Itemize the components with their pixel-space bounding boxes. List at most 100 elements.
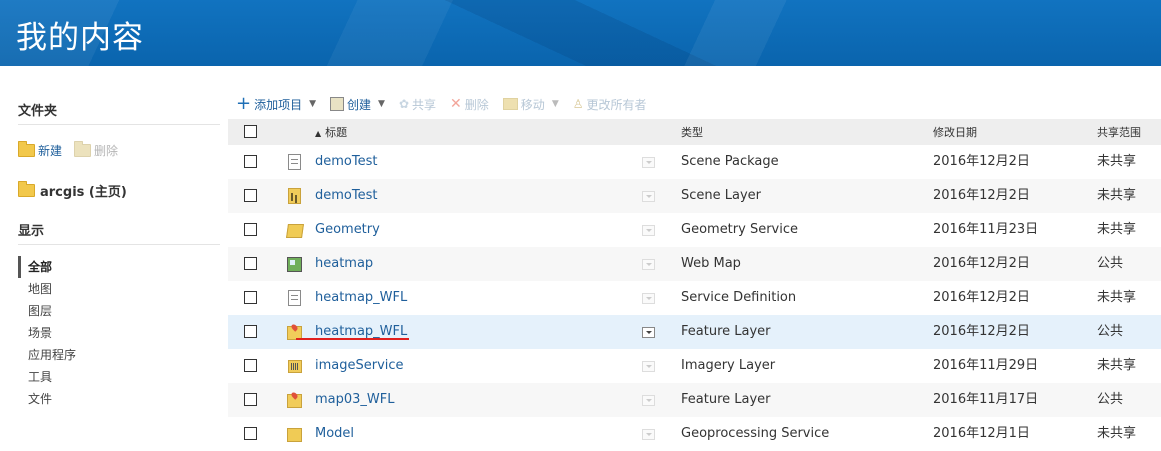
geoprocessing-icon [287,428,302,442]
new-folder-button[interactable]: 新建 [18,141,63,159]
table-row[interactable]: demoTest Scene Package 2016年12月2日 未共享 [228,145,1161,179]
column-header-modified[interactable]: 修改日期 [933,124,977,140]
item-title-link[interactable]: demoTest [315,179,377,213]
row-checkbox[interactable] [244,359,257,372]
item-menu-dropdown[interactable] [642,327,655,338]
geometry-service-icon [286,224,304,238]
new-folder-icon [18,141,35,157]
filter-item-all[interactable]: 全部 [18,256,220,278]
filter-item-tools[interactable]: 工具 [18,366,220,388]
move-button[interactable]: 移动 ▼ [502,96,559,113]
create-icon [330,97,345,111]
item-title-link[interactable]: heatmap_WFL [315,315,407,349]
create-button[interactable]: 创建 ▼ [330,96,385,113]
item-type: Feature Layer [681,392,771,407]
filter-item-files[interactable]: 文件 [18,388,220,410]
row-checkbox[interactable] [244,291,257,304]
item-menu-dropdown[interactable] [642,361,655,372]
move-icon [502,98,518,110]
sidebar: 文件夹 新建 删除 arcgis (主页) 显示 全部 地图 图层 场景 应用程… [18,100,220,410]
item-modified-date: 2016年12月2日 [933,290,1030,305]
table-row[interactable]: Model Geoprocessing Service 2016年12月1日 未… [228,417,1161,451]
filter-item-apps[interactable]: 应用程序 [18,344,220,366]
item-type: Scene Package [681,154,779,169]
share-label: 共享 [412,97,437,112]
table-row[interactable]: heatmap_WFL Service Definition 2016年12月2… [228,281,1161,315]
new-folder-label: 新建 [38,144,63,158]
item-sharing: 公共 [1097,324,1124,339]
item-sharing: 未共享 [1097,290,1137,305]
item-sharing: 未共享 [1097,188,1137,203]
delete-icon: ✕ [450,96,462,112]
filter-item-scenes[interactable]: 场景 [18,322,220,344]
row-checkbox[interactable] [244,257,257,270]
table-row[interactable]: map03_WFL Feature Layer 2016年11月17日 公共 [228,383,1161,417]
row-checkbox[interactable] [244,393,257,406]
item-title-link[interactable]: Geometry [315,213,380,247]
item-menu-dropdown[interactable] [642,225,655,236]
item-menu-dropdown[interactable] [642,429,655,440]
header-banner: 我的内容 [0,0,1161,66]
table-row[interactable]: imageService Imagery Layer 2016年11月29日 未… [228,349,1161,383]
item-modified-date: 2016年12月2日 [933,154,1030,169]
item-menu-dropdown[interactable] [642,293,655,304]
page-title: 我的内容 [16,20,144,56]
item-type: Imagery Layer [681,358,776,373]
row-checkbox[interactable] [244,155,257,168]
item-menu-dropdown[interactable] [642,259,655,270]
item-title-link[interactable]: imageService [315,349,404,383]
red-underline-annotation [296,338,409,340]
column-header-title[interactable]: ▲ 标题 [315,124,347,140]
add-item-label: 添加项目 [254,97,303,112]
table-header: ▲ 标题 类型 修改日期 共享范围 [228,119,1161,145]
select-all-checkbox[interactable] [244,125,257,138]
feature-layer-icon [287,394,302,408]
share-icon: ✿ [398,97,410,111]
item-type: Web Map [681,256,741,271]
add-item-button[interactable]: + 添加项目 ▼ [236,93,317,114]
change-owner-button[interactable]: ♙ 更改所有者 [573,96,647,113]
table-row[interactable]: demoTest Scene Layer 2016年12月2日 未共享 [228,179,1161,213]
item-menu-dropdown[interactable] [642,157,655,168]
plus-icon: + [236,93,252,114]
item-sharing: 公共 [1097,256,1124,271]
table-row-hovered[interactable]: heatmap_WFL Feature Layer 2016年12月2日 公共 [228,315,1161,349]
column-header-title-label: 标题 [325,126,348,139]
row-checkbox[interactable] [244,223,257,236]
chevron-down-icon: ▼ [309,99,317,109]
item-title-link[interactable]: heatmap_WFL [315,281,407,315]
item-modified-date: 2016年12月2日 [933,256,1030,271]
delete-folder-button[interactable]: 删除 [74,141,118,159]
item-menu-dropdown[interactable] [642,395,655,406]
item-title-link[interactable]: demoTest [315,145,377,179]
delete-button[interactable]: ✕ 删除 [450,96,489,113]
item-type: Service Definition [681,290,797,305]
toolbar: + 添加项目 ▼ 创建 ▼ ✿ 共享 ✕ 删除 移动 ▼ ♙ 更改所有者 [236,94,661,114]
item-modified-date: 2016年12月2日 [933,324,1030,339]
item-modified-date: 2016年12月2日 [933,188,1030,203]
table-row[interactable]: Geometry Geometry Service 2016年11月23日 未共… [228,213,1161,247]
share-button[interactable]: ✿ 共享 [399,96,436,113]
row-checkbox[interactable] [244,427,257,440]
table-row[interactable]: heatmap Web Map 2016年12月2日 公共 [228,247,1161,281]
item-type: Scene Layer [681,188,762,203]
item-title-link[interactable]: Model [315,417,354,451]
item-sharing: 未共享 [1097,222,1137,237]
web-map-icon [287,257,302,272]
item-title-link[interactable]: map03_WFL [315,383,395,417]
item-title-link[interactable]: heatmap [315,247,373,281]
column-header-sharing[interactable]: 共享范围 [1097,124,1141,140]
delete-label: 删除 [464,97,489,112]
item-menu-dropdown[interactable] [642,191,655,202]
item-modified-date: 2016年11月17日 [933,392,1039,407]
folder-item-home[interactable]: arcgis (主页) [18,181,220,200]
delete-folder-icon [74,141,92,157]
chevron-down-icon: ▼ [551,99,559,109]
row-checkbox[interactable] [244,325,257,338]
row-checkbox[interactable] [244,189,257,202]
chevron-down-icon: ▼ [378,99,385,109]
column-header-type[interactable]: 类型 [681,124,703,140]
move-label: 移动 [520,97,545,112]
filter-item-layers[interactable]: 图层 [18,300,220,322]
filter-item-maps[interactable]: 地图 [18,278,220,300]
